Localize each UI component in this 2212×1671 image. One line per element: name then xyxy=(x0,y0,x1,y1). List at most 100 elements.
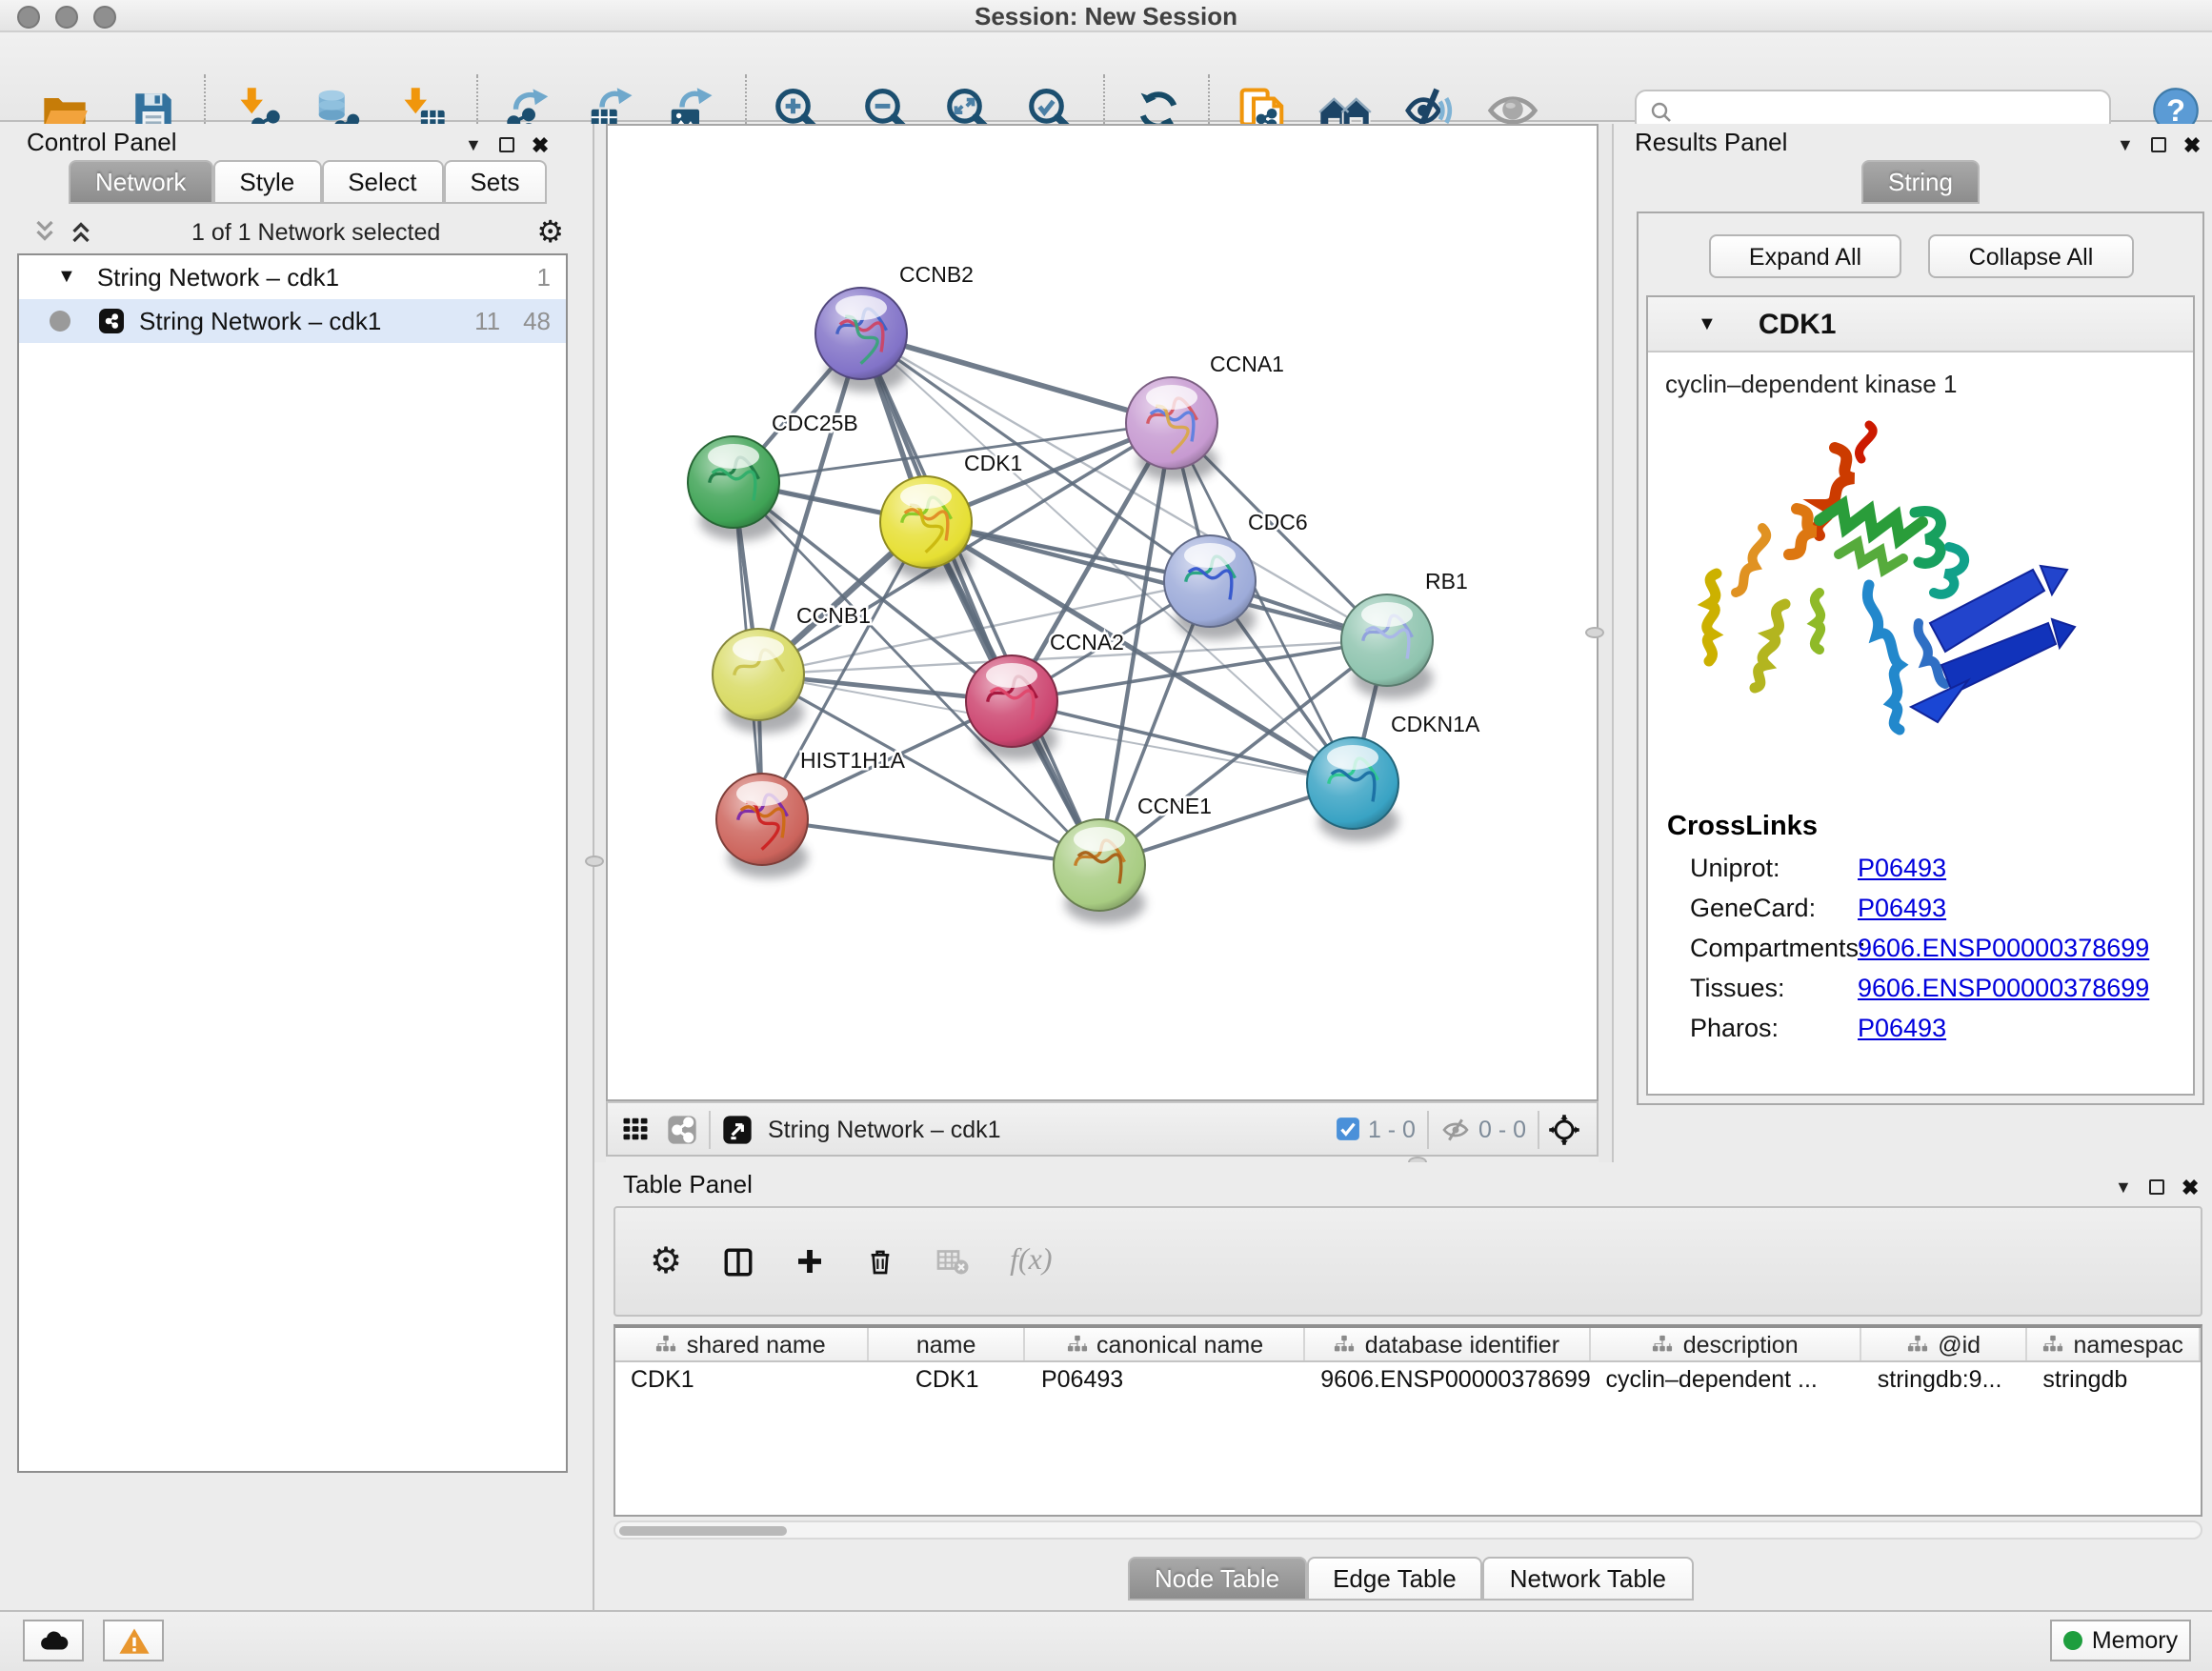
results-panel: Results Panel ▼ ✖ String Expand All Coll… xyxy=(1612,124,2212,1162)
delete-column-trash-icon[interactable] xyxy=(865,1246,895,1277)
collapse-all-button[interactable]: Collapse All xyxy=(1928,234,2134,278)
node-label-CDC25B: CDC25B xyxy=(772,411,858,435)
network-row-selected[interactable]: String Network – cdk1 11 48 xyxy=(19,299,566,343)
memory-status-dot xyxy=(2063,1631,2082,1650)
vertical-splitter[interactable] xyxy=(594,124,606,1162)
expand-all-button[interactable]: Expand All xyxy=(1709,234,1901,278)
memory-button[interactable]: Memory xyxy=(2050,1620,2191,1661)
protein-section-header[interactable]: ▼ CDK1 xyxy=(1648,297,2193,352)
control-panel-title: Control Panel xyxy=(27,128,177,156)
open-in-new-window-icon[interactable] xyxy=(722,1114,753,1144)
splitter-handle[interactable] xyxy=(585,856,604,867)
node-highlight xyxy=(1146,385,1197,410)
crosslink-link[interactable]: P06493 xyxy=(1858,894,1946,922)
column-tree-icon xyxy=(1907,1334,1928,1355)
panel-menu-icon[interactable]: ▼ xyxy=(2117,135,2134,154)
table-cell[interactable]: stringdb:9... xyxy=(1862,1362,2028,1399)
table-cell[interactable]: P06493 xyxy=(1026,1362,1305,1399)
table-tab-network-table[interactable]: Network Table xyxy=(1483,1557,1693,1601)
column-header-shared-name[interactable]: shared name xyxy=(615,1328,868,1360)
expand-all-chevron-icon[interactable] xyxy=(67,217,95,246)
node-CDC25B[interactable]: CDC25B xyxy=(688,411,858,541)
column-header-label: name xyxy=(916,1331,976,1358)
edge-CDC6-CCNB1[interactable] xyxy=(758,581,1210,674)
crosslink-row: GeneCard:P06493 xyxy=(1690,894,2193,922)
network-canvas[interactable]: CCNB2CCNA1CDC25BCDK1CDC6RB1CCNB1CCNA2CDK… xyxy=(606,124,1599,1101)
node-CCNB2[interactable]: CCNB2 xyxy=(815,262,974,393)
float-panel-icon[interactable] xyxy=(499,137,514,152)
network-graph[interactable]: CCNB2CCNA1CDC25BCDK1CDC6RB1CCNB1CCNA2CDK… xyxy=(608,126,1597,1099)
node-CDKN1A[interactable]: CDKN1A xyxy=(1307,712,1480,842)
table-panel: Table Panel ▼ ✖ ⚙ f(x) shared namenameca… xyxy=(598,1162,2212,1610)
network-collection-row[interactable]: ▼ String Network – cdk1 1 xyxy=(19,255,566,299)
network-view-icon[interactable] xyxy=(667,1114,697,1144)
edge-CCNB2-CCNA1[interactable] xyxy=(861,333,1172,423)
node-HIST1H1A[interactable]: HIST1H1A xyxy=(716,748,906,878)
table-tab-node-table[interactable]: Node Table xyxy=(1128,1557,1306,1601)
crosslink-link[interactable]: P06493 xyxy=(1858,854,1946,882)
protein-structure-image xyxy=(1686,410,2090,783)
panel-menu-icon[interactable]: ▼ xyxy=(465,135,482,154)
network-options-gear-icon[interactable]: ⚙ xyxy=(536,212,564,251)
crosslink-link[interactable]: 9606.ENSP00000378699 xyxy=(1858,974,2149,1002)
column-header-@id[interactable]: @id xyxy=(1862,1328,2028,1360)
window-title: Session: New Session xyxy=(0,0,2212,32)
selected-checkbox-icon[interactable] xyxy=(1336,1117,1360,1141)
edge-count: 48 xyxy=(523,307,551,335)
control-tab-style[interactable]: Style xyxy=(212,160,321,204)
warnings-button[interactable] xyxy=(103,1620,164,1661)
table-row[interactable]: CDK1CDK1P064939606.ENSP00000378699cyclin… xyxy=(615,1362,2201,1399)
crosslink-link[interactable]: 9606.ENSP00000378699 xyxy=(1858,934,2149,962)
table-cell[interactable]: CDK1 xyxy=(868,1362,1026,1399)
add-column-icon[interactable] xyxy=(794,1246,825,1277)
control-tab-network[interactable]: Network xyxy=(69,160,212,204)
column-header-database-identifier[interactable]: database identifier xyxy=(1305,1328,1590,1360)
search-input[interactable] xyxy=(1682,96,2109,127)
show-columns-icon[interactable] xyxy=(722,1245,754,1278)
table-cell[interactable]: CDK1 xyxy=(615,1362,868,1399)
float-panel-icon[interactable] xyxy=(2149,1179,2164,1195)
section-collapse-icon[interactable]: ▼ xyxy=(1698,313,1717,334)
vertical-splitter[interactable] xyxy=(1599,124,1612,1162)
close-panel-icon[interactable]: ✖ xyxy=(2182,1175,2199,1199)
table-cell[interactable]: 9606.ENSP00000378699 xyxy=(1305,1362,1590,1399)
column-header-label: database identifier xyxy=(1365,1331,1559,1358)
birdseye-crosshair-icon[interactable] xyxy=(1547,1112,1581,1146)
node-count: 11 xyxy=(474,307,500,335)
close-panel-icon[interactable]: ✖ xyxy=(2183,132,2201,157)
table-tab-edge-table[interactable]: Edge Table xyxy=(1306,1557,1483,1601)
edge-CDK1-RB1[interactable] xyxy=(926,522,1387,640)
table-settings-gear-icon[interactable]: ⚙ xyxy=(650,1239,682,1283)
edge-CCNB2-CCNE1[interactable] xyxy=(861,333,1099,865)
splitter-handle[interactable] xyxy=(1585,627,1604,638)
column-header-namespac[interactable]: namespac xyxy=(2027,1328,2201,1360)
collapse-all-chevron-icon[interactable] xyxy=(30,217,59,246)
column-header-name[interactable]: name xyxy=(868,1328,1026,1360)
node-RB1[interactable]: RB1 xyxy=(1341,569,1468,699)
panel-menu-icon[interactable]: ▼ xyxy=(2115,1178,2132,1197)
float-panel-icon[interactable] xyxy=(2151,137,2166,152)
crosslink-link[interactable]: P06493 xyxy=(1858,1014,1946,1042)
table-cell[interactable]: stringdb xyxy=(2027,1362,2201,1399)
horizontal-scrollbar[interactable] xyxy=(613,1520,2202,1540)
node-CDK1[interactable]: CDK1 xyxy=(880,451,1022,581)
grid-view-icon[interactable] xyxy=(621,1115,650,1143)
results-panel-title: Results Panel xyxy=(1635,128,1787,156)
collection-expand-icon[interactable]: ▼ xyxy=(57,267,76,288)
cloud-button[interactable] xyxy=(23,1620,84,1661)
node-CCNA1[interactable]: CCNA1 xyxy=(1126,352,1284,482)
table-cell[interactable]: cyclin–dependent ... xyxy=(1591,1362,1862,1399)
column-header-label: shared name xyxy=(687,1331,826,1358)
crosslink-row: Tissues:9606.ENSP00000378699 xyxy=(1690,974,2193,1002)
column-header-canonical-name[interactable]: canonical name xyxy=(1026,1328,1305,1360)
node-CDC6[interactable]: CDC6 xyxy=(1164,510,1308,640)
control-tab-select[interactable]: Select xyxy=(321,160,443,204)
hidden-eye-icon xyxy=(1440,1114,1471,1144)
column-header-label: canonical name xyxy=(1096,1331,1263,1358)
close-panel-icon[interactable]: ✖ xyxy=(532,132,549,157)
column-header-description[interactable]: description xyxy=(1591,1328,1862,1360)
results-tab-string[interactable]: String xyxy=(1861,160,1980,204)
control-tab-sets[interactable]: Sets xyxy=(443,160,546,204)
edge-HIST1H1A-CCNE1[interactable] xyxy=(762,819,1099,865)
scrollbar-thumb[interactable] xyxy=(619,1525,787,1536)
